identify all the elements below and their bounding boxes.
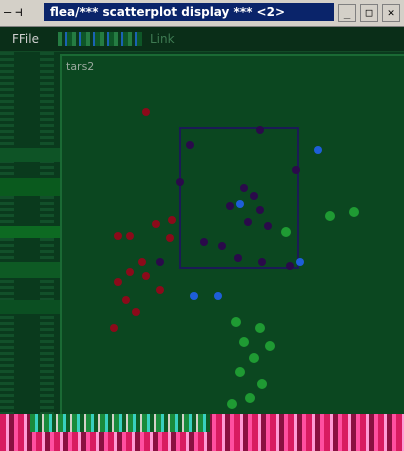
scatter-point-purple[interactable]: [176, 178, 184, 186]
scatter-point-green[interactable]: [257, 379, 267, 389]
scatter-point-red[interactable]: [114, 232, 122, 240]
scatter-point-red[interactable]: [168, 216, 176, 224]
scatter-point-red[interactable]: [132, 308, 140, 316]
scatter-point-purple[interactable]: [200, 238, 208, 246]
scatter-point-red[interactable]: [114, 278, 122, 286]
scatter-point-red[interactable]: [122, 296, 130, 304]
scatter-point-green[interactable]: [231, 317, 241, 327]
scatter-point-green[interactable]: [325, 211, 335, 221]
scatter-point-red[interactable]: [142, 108, 150, 116]
scatter-point-purple[interactable]: [256, 206, 264, 214]
scatter-point-purple[interactable]: [286, 262, 294, 270]
scatter-point-green[interactable]: [227, 399, 237, 409]
scatter-point-red[interactable]: [110, 324, 118, 332]
scatter-point-red[interactable]: [142, 272, 150, 280]
scatter-point-red[interactable]: [138, 258, 146, 266]
scatter-point-purple[interactable]: [156, 258, 164, 266]
scatter-point-blue[interactable]: [314, 146, 322, 154]
scatter-point-red[interactable]: [166, 234, 174, 242]
scatter-point-green[interactable]: [349, 207, 359, 217]
scatterplot-window: — ⊣ flea/*** scatterplot display *** <2>…: [0, 0, 404, 451]
scatter-point-red[interactable]: [126, 268, 134, 276]
scatter-point-red[interactable]: [126, 232, 134, 240]
scatter-point-purple[interactable]: [234, 254, 242, 262]
scatter-point-green[interactable]: [249, 353, 259, 363]
scatter-point-purple[interactable]: [264, 222, 272, 230]
scatter-point-blue[interactable]: [236, 200, 244, 208]
scatter-point-red[interactable]: [156, 286, 164, 294]
scatter-point-purple[interactable]: [256, 126, 264, 134]
scatter-point-green[interactable]: [235, 367, 245, 377]
scatter-points: [110, 108, 359, 409]
scatter-point-blue[interactable]: [214, 292, 222, 300]
scatter-point-purple[interactable]: [186, 141, 194, 149]
scatter-point-green[interactable]: [255, 323, 265, 333]
scatter-point-blue[interactable]: [296, 258, 304, 266]
scatter-point-green[interactable]: [281, 227, 291, 237]
scatter-point-green[interactable]: [245, 393, 255, 403]
scatter-point-purple[interactable]: [244, 218, 252, 226]
scatter-point-red[interactable]: [152, 220, 160, 228]
glitch-footer-overlay: [30, 414, 210, 432]
scatter-point-green[interactable]: [265, 341, 275, 351]
scatter-point-green[interactable]: [239, 337, 249, 347]
scatter-point-purple[interactable]: [218, 242, 226, 250]
scatter-point-purple[interactable]: [226, 202, 234, 210]
scatter-point-purple[interactable]: [240, 184, 248, 192]
scatter-point-blue[interactable]: [190, 292, 198, 300]
scatter-point-purple[interactable]: [250, 192, 258, 200]
scatter-point-purple[interactable]: [292, 166, 300, 174]
scatter-point-purple[interactable]: [258, 258, 266, 266]
brush-rectangle[interactable]: [179, 127, 299, 269]
